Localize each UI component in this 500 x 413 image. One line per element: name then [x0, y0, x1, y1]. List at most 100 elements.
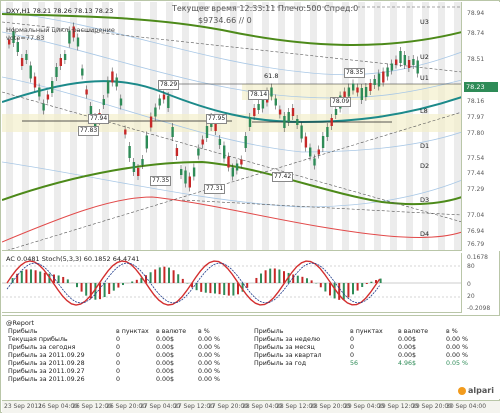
candle-down [227, 156, 230, 168]
price-tick: 76.79 [467, 241, 485, 248]
candle-up [145, 135, 148, 149]
report-left-rows: Текущая прибыль 0 0.00$ 0.00 % Прибыль за се… [6, 336, 236, 384]
price-box: 78.29 [158, 80, 180, 90]
candle-up [321, 136, 325, 148]
candle-down [407, 60, 411, 68]
price-tick: 77.29 [467, 186, 485, 193]
report-right-rows: Прибыль за неделю 0 0.00$ 0.00 % Прибыль за … [252, 336, 492, 368]
logo-mark-icon [458, 386, 466, 395]
report-title: @Report [6, 319, 35, 327]
price-chart-canvas [2, 2, 461, 250]
candle-up [235, 163, 239, 171]
price-tick: 78.94 [467, 10, 485, 17]
price-tick: 77.80 [467, 130, 485, 137]
candle-up [283, 116, 286, 128]
alpari-logo: alpari [458, 386, 494, 395]
report-cell: 0 [116, 344, 121, 351]
candle-up [231, 167, 234, 177]
ac-bar [227, 283, 230, 296]
candle-up [76, 37, 80, 47]
terminal-window: DXY,H1 78.21 78.26 78.13 78.23 Нормальны… [0, 0, 500, 413]
candle-up [132, 162, 136, 172]
report-cell: 0.00 % [446, 336, 469, 343]
price-box: 78.09 [330, 97, 352, 107]
report-cell: 0 [116, 336, 121, 343]
candle-up [244, 136, 247, 148]
col-header: в пунктах [350, 328, 383, 335]
level-d4: D4 [420, 230, 430, 238]
ac-bar [361, 283, 364, 288]
price-tick: 77.54 [467, 155, 485, 162]
candle-up [360, 88, 363, 100]
candle-up [403, 55, 406, 65]
report-cell: 0 [116, 368, 121, 375]
candle-up [184, 170, 187, 184]
ac-bar [149, 272, 152, 283]
col-header: в валюте [398, 328, 429, 335]
cycle-hint: Нормальный цикл, расширение [6, 26, 115, 34]
ac-bar [20, 270, 23, 283]
candle-down [188, 176, 191, 188]
candle-down [85, 89, 88, 95]
col-header: Прибыль [254, 328, 284, 335]
report-cell: 0.00 % [198, 376, 221, 383]
report-cell: 0.00 % [198, 336, 221, 343]
candle-up [364, 87, 368, 97]
time-axis: 23 Sep 2011 26 Sep 04:00 26 Sep 12:00 26 Se… [2, 400, 500, 413]
report-cell: 0.00$ [156, 360, 175, 367]
ac-bar [283, 271, 285, 283]
report-table-left: Прибыль в пунктах в валюте в % Текущая п… [6, 328, 236, 384]
candle-up [205, 126, 209, 138]
report-row: Прибыль за год 56 4.96$ 0.05 % [252, 360, 492, 368]
candle-down [59, 58, 62, 66]
ac-bar [209, 283, 212, 294]
report-panel: @Report Прибыль в пунктах в валюте в % Т… [2, 315, 500, 399]
level-l8: L8 [420, 107, 428, 115]
main-price-chart[interactable]: DXY,H1 78.21 78.26 78.13 78.23 Нормальны… [2, 2, 462, 251]
candle-down [291, 108, 295, 116]
ind-tick: 0.1678 [467, 254, 488, 261]
report-cell: Прибыль за 2011.09.29 [8, 352, 85, 359]
candle-up [270, 87, 273, 97]
report-cell: 0.00$ [398, 344, 417, 351]
ac-bar [76, 283, 78, 288]
candle-up [171, 127, 174, 137]
candle-up [119, 98, 123, 106]
candle-down [137, 168, 140, 176]
candle-up [167, 96, 170, 108]
report-cell: 0.05 % [446, 360, 469, 367]
candle-down [356, 87, 359, 93]
candle-up [300, 125, 303, 139]
candle-up [390, 63, 394, 71]
candle-up [106, 80, 110, 94]
price-tick: 77.97 [467, 114, 485, 121]
price-box: 77.83 [78, 126, 100, 136]
candle-up [81, 68, 84, 76]
price-box: 77.35 [150, 176, 172, 186]
ac-bar [264, 270, 267, 283]
candle-up [25, 54, 28, 60]
indicator-pane[interactable]: AC 0.0481 Stoch(5,3,3) 60.1852 64.4741 [2, 253, 462, 313]
report-cell: 0.00 % [198, 352, 221, 359]
ac-bar [329, 283, 331, 296]
report-row: Прибыль за 2011.09.26 0 0.00$ 0.00 % [6, 376, 236, 384]
price-axis: 78.94 78.74 78.51 78.23 78.16 77.97 77.8… [463, 2, 500, 251]
report-cell: 0 [350, 336, 355, 343]
ac-bar [154, 269, 157, 283]
level-u2: U2 [420, 53, 429, 61]
report-cell: Прибыль за квартал [254, 352, 322, 359]
candle-up [154, 107, 157, 117]
candle-up [63, 54, 67, 60]
candle-up [386, 67, 389, 77]
ac-bar [177, 274, 180, 283]
ac-bar [296, 275, 299, 283]
level-d1: D1 [420, 142, 430, 150]
candle-up [29, 65, 32, 79]
price-box: 77.42 [272, 172, 294, 182]
report-cell: 0.00$ [156, 352, 175, 359]
price-tick: 78.51 [467, 56, 485, 63]
candle-down [149, 116, 153, 128]
report-row: Прибыль за 2011.09.27 0 0.00$ 0.00 % [6, 368, 236, 376]
report-cell: 0.00$ [156, 368, 175, 375]
candle-up [51, 81, 54, 93]
